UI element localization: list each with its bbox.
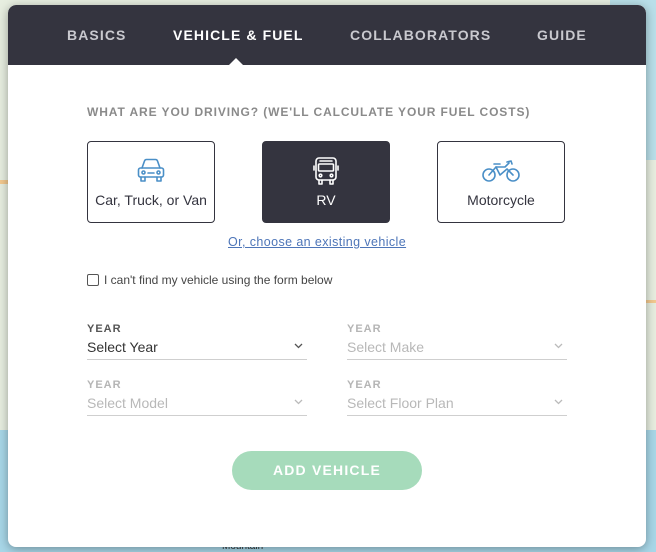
add-vehicle-button[interactable]: ADD VEHICLE [232, 451, 422, 490]
make-select[interactable]: Select Make [347, 337, 567, 360]
tab-bar: BASICS VEHICLE & FUEL COLLABORATORS GUID… [8, 5, 646, 65]
floor-plan-field-label: YEAR [347, 379, 382, 391]
year-field-label: YEAR [87, 323, 122, 335]
choose-existing-vehicle-link[interactable]: Or, choose an existing vehicle [228, 235, 406, 249]
year-select[interactable]: Select Year [87, 337, 307, 360]
model-field: YEAR Select Model [87, 379, 307, 416]
vehicle-type-label: Motorcycle [467, 192, 535, 208]
year-select-value: Select Year [87, 339, 158, 355]
make-field: YEAR Select Make [347, 323, 567, 360]
floor-plan-select-value: Select Floor Plan [347, 395, 454, 411]
tab-collaborators[interactable]: COLLABORATORS [350, 5, 491, 65]
active-tab-indicator [229, 58, 243, 65]
motorcycle-icon [482, 160, 520, 182]
vehicle-type-label: Car, Truck, or Van [95, 192, 207, 208]
tab-vehicle-fuel[interactable]: VEHICLE & FUEL [173, 5, 304, 65]
cant-find-vehicle-option: I can't find my vehicle using the form b… [87, 273, 332, 287]
vehicle-type-rv[interactable]: RV [262, 141, 390, 223]
make-field-label: YEAR [347, 323, 382, 335]
model-field-label: YEAR [87, 379, 122, 391]
make-select-value: Select Make [347, 339, 425, 355]
cant-find-checkbox[interactable] [87, 274, 99, 286]
floor-plan-select[interactable]: Select Floor Plan [347, 393, 567, 416]
rv-icon [313, 157, 339, 185]
year-field: YEAR Select Year [87, 323, 307, 360]
tab-basics[interactable]: BASICS [67, 5, 127, 65]
chevron-down-icon [554, 399, 563, 405]
chevron-down-icon [294, 343, 303, 349]
model-select[interactable]: Select Model [87, 393, 307, 416]
chevron-down-icon [294, 399, 303, 405]
vehicle-type-label: RV [316, 192, 336, 208]
cant-find-label: I can't find my vehicle using the form b… [104, 273, 333, 287]
tab-guide[interactable]: GUIDE [537, 5, 587, 65]
vehicle-type-motorcycle[interactable]: Motorcycle [437, 141, 565, 223]
vehicle-type-car[interactable]: Car, Truck, or Van [87, 141, 215, 223]
floor-plan-field: YEAR Select Floor Plan [347, 379, 567, 416]
car-icon [137, 158, 165, 182]
vehicle-question: WHAT ARE YOU DRIVING? (WE'LL CALCULATE Y… [87, 105, 531, 119]
chevron-down-icon [554, 343, 563, 349]
model-select-value: Select Model [87, 395, 168, 411]
add-vehicle-modal: BASICS VEHICLE & FUEL COLLABORATORS GUID… [8, 5, 646, 547]
